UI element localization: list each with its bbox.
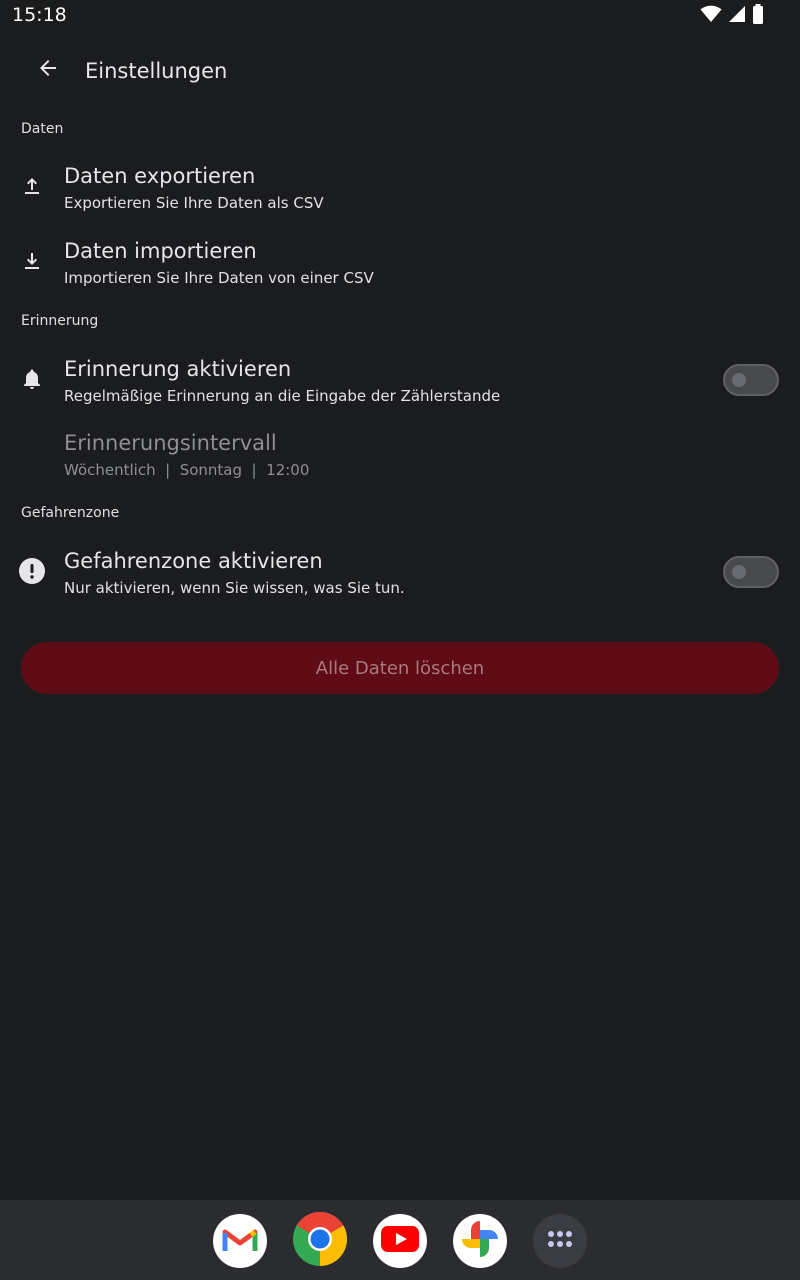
gmail-app[interactable]: [213, 1214, 267, 1268]
back-button[interactable]: [28, 50, 68, 90]
photos-app[interactable]: [453, 1214, 507, 1268]
page-title: Einstellungen: [85, 59, 228, 83]
download-icon: [19, 248, 45, 274]
toggle-knob: [732, 373, 746, 387]
import-data-item[interactable]: Daten importieren Importieren Sie Ihre D…: [0, 235, 800, 295]
gmail-icon: [222, 1225, 258, 1257]
battery-icon: [752, 4, 764, 28]
export-title: Daten exportieren: [64, 164, 256, 188]
chrome-app[interactable]: [293, 1211, 348, 1270]
status-time: 15:18: [12, 4, 67, 26]
reminder-subtitle: Regelmäßige Erinnerung an die Eingabe de…: [64, 387, 501, 405]
youtube-app[interactable]: [373, 1214, 427, 1268]
danger-zone-toggle[interactable]: [723, 556, 779, 588]
danger-subtitle: Nur aktivieren, wenn Sie wissen, was Sie…: [64, 579, 405, 597]
photos-icon: [460, 1219, 500, 1263]
upload-icon: [19, 173, 45, 199]
interval-title: Erinnerungsintervall: [64, 431, 277, 455]
delete-all-data-button[interactable]: Alle Daten löschen: [21, 642, 779, 694]
youtube-icon: [381, 1226, 419, 1256]
app-dock: [0, 1200, 800, 1280]
chrome-icon: [293, 1211, 348, 1270]
danger-zone-enable-item[interactable]: Gefahrenzone aktivieren Nur aktivieren, …: [0, 545, 800, 605]
app-drawer-icon: [547, 1230, 573, 1252]
warning-circle-icon: [19, 558, 45, 584]
toggle-knob: [732, 565, 746, 579]
reminder-enable-item[interactable]: Erinnerung aktivieren Regelmäßige Erinne…: [0, 353, 800, 413]
import-title: Daten importieren: [64, 239, 257, 263]
status-bar: 15:18: [0, 0, 800, 32]
section-title-danger: Gefahrenzone: [21, 505, 120, 521]
reminder-title: Erinnerung aktivieren: [64, 357, 292, 381]
section-title-data: Daten: [21, 121, 64, 137]
reminder-toggle[interactable]: [723, 364, 779, 396]
wifi-icon: [700, 5, 722, 27]
import-subtitle: Importieren Sie Ihre Daten von einer CSV: [64, 269, 374, 287]
danger-title: Gefahrenzone aktivieren: [64, 549, 323, 573]
section-title-reminder: Erinnerung: [21, 313, 99, 329]
app-drawer-button[interactable]: [533, 1214, 587, 1268]
bell-icon: [19, 366, 45, 392]
reminder-interval-item: Erinnerungsintervall Wöchentlich | Sonnt…: [0, 427, 800, 487]
app-bar: Einstellungen: [0, 40, 800, 104]
interval-subtitle: Wöchentlich | Sonntag | 12:00: [64, 461, 310, 479]
export-data-item[interactable]: Daten exportieren Exportieren Sie Ihre D…: [0, 160, 800, 220]
export-subtitle: Exportieren Sie Ihre Daten als CSV: [64, 194, 324, 212]
signal-icon: [728, 5, 746, 27]
arrow-back-icon: [36, 56, 60, 84]
